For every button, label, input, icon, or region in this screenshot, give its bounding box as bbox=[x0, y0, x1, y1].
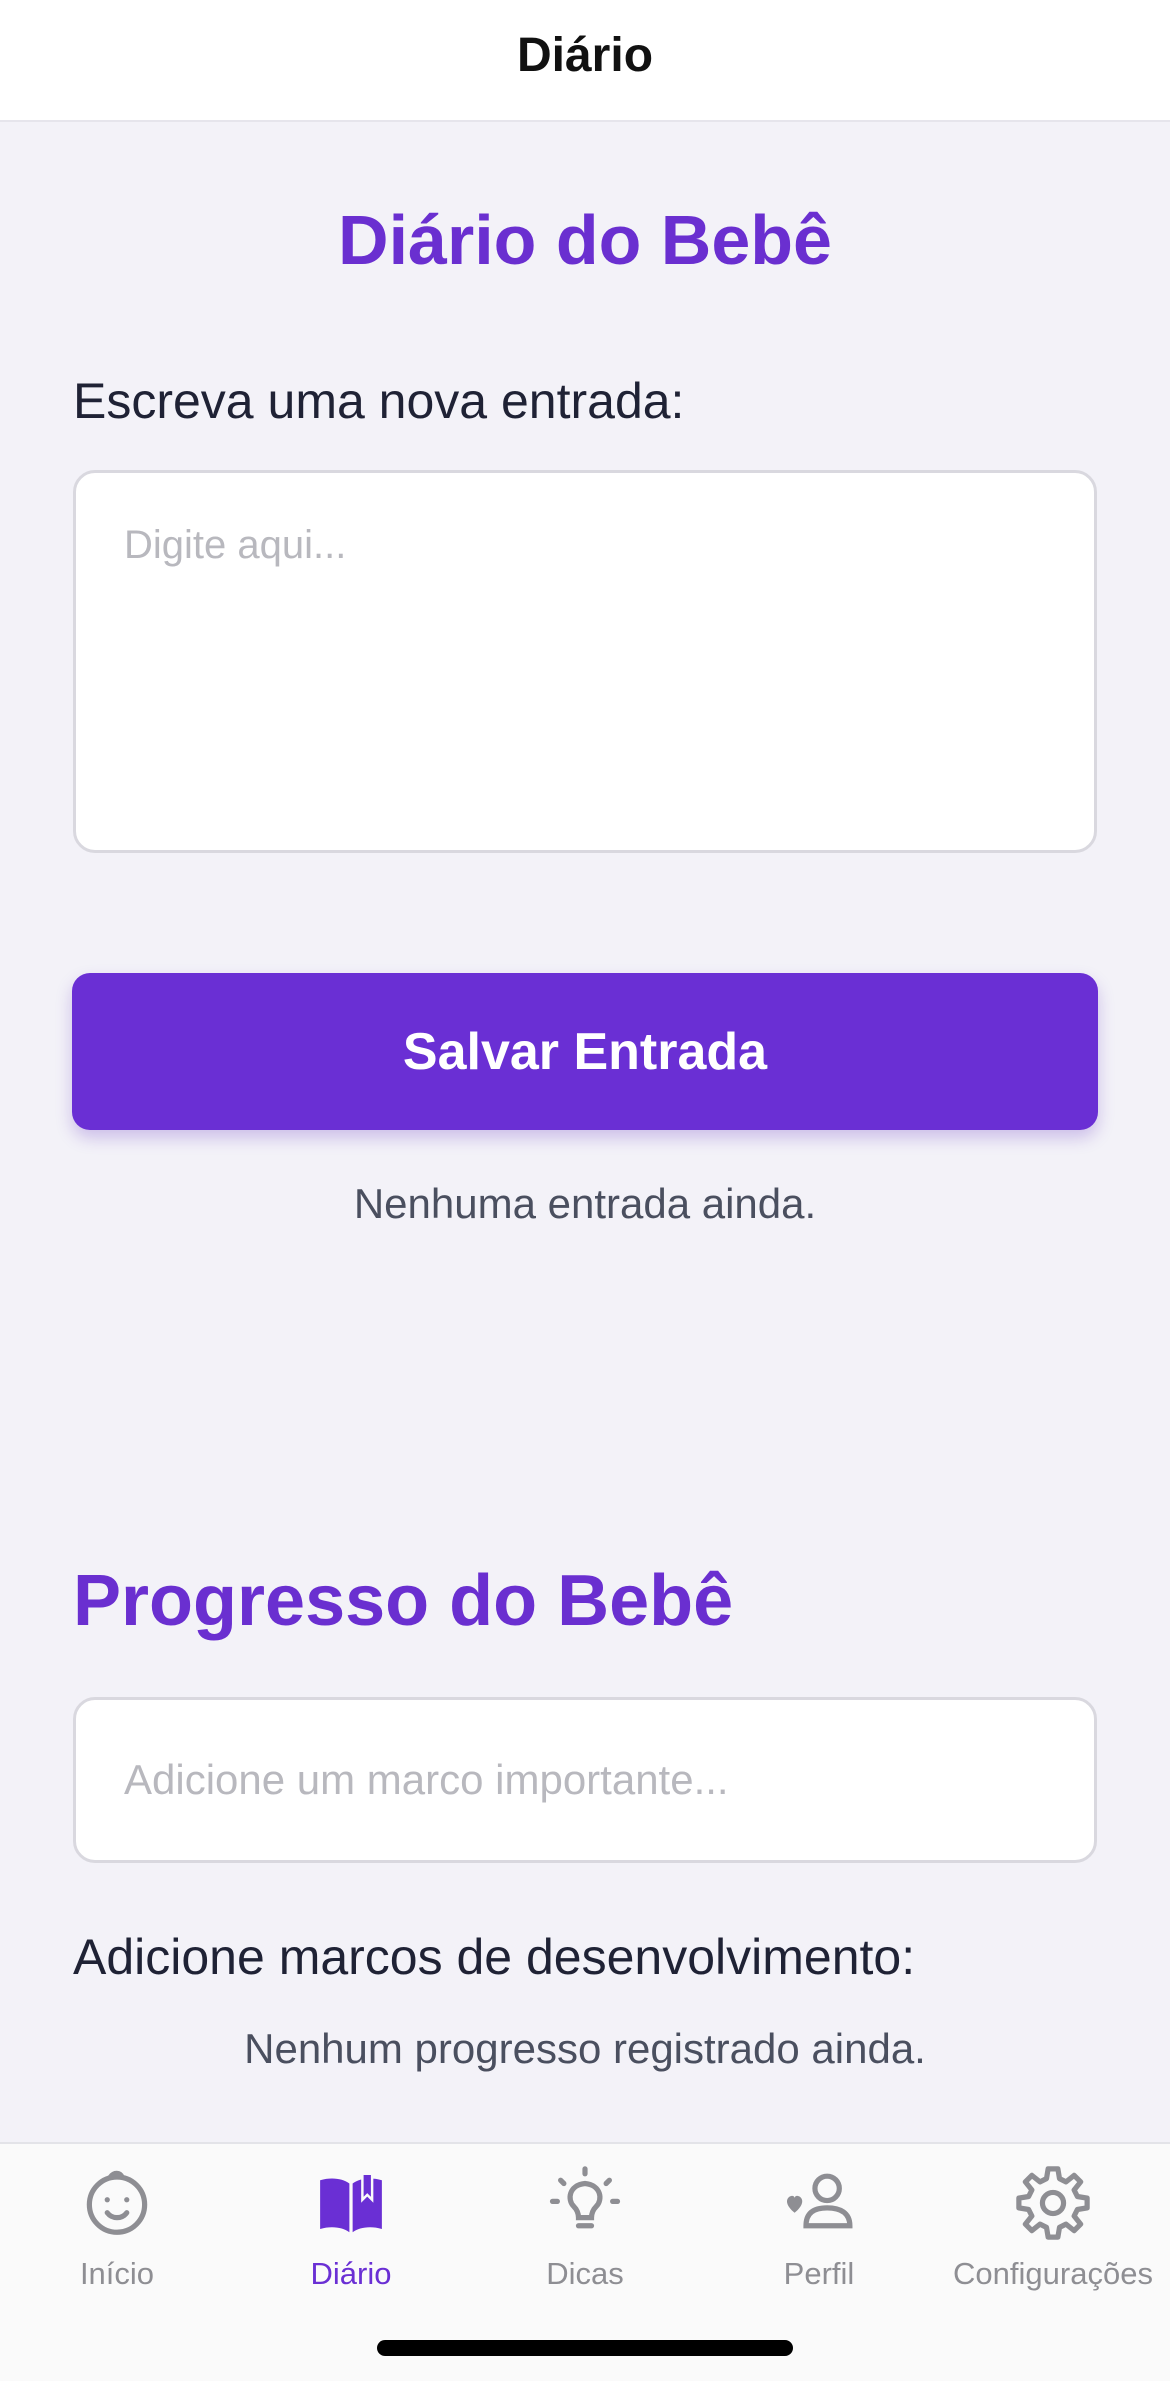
progress-title: Progresso do Bebê bbox=[73, 1561, 734, 1641]
tab-perfil-label: Perfil bbox=[783, 2256, 855, 2291]
diary-title: Diário do Bebê bbox=[338, 201, 832, 279]
navigation-bar: Diário bbox=[0, 0, 1170, 122]
tab-configuracoes[interactable]: Configurações bbox=[936, 2164, 1170, 2314]
milestones-label: Adicione marcos de desenvolvimento: bbox=[73, 1929, 916, 1985]
tab-diario-label: Diário bbox=[310, 2256, 392, 2291]
tab-dicas-label: Dicas bbox=[546, 2256, 624, 2291]
milestone-placeholder: Adicione um marco importante... bbox=[124, 1756, 729, 1803]
save-entry-button[interactable]: Salvar Entrada bbox=[72, 973, 1098, 1130]
home-indicator bbox=[377, 2340, 793, 2356]
new-entry-label: Escreva uma nova entrada: bbox=[73, 373, 685, 429]
tab-dicas[interactable]: Dicas bbox=[468, 2164, 702, 2314]
open-book-icon bbox=[320, 2172, 382, 2233]
no-progress-text: Nenhum progresso registrado ainda. bbox=[244, 2025, 926, 2072]
profile-heart-icon bbox=[787, 2173, 853, 2229]
textarea-placeholder: Digite aqui... bbox=[124, 523, 347, 567]
tab-inicio-label: Início bbox=[79, 2256, 155, 2291]
no-entries-text: Nenhuma entrada ainda. bbox=[353, 1180, 817, 1227]
baby-face-icon bbox=[86, 2170, 148, 2235]
tab-diario[interactable]: Diário bbox=[234, 2164, 468, 2314]
nav-title: Diário bbox=[516, 28, 654, 82]
milestone-input[interactable]: Adicione um marco importante... bbox=[73, 1697, 1097, 1863]
lightbulb-icon bbox=[549, 2166, 621, 2229]
tab-inicio[interactable]: Início bbox=[0, 2164, 234, 2314]
gear-icon bbox=[1016, 2166, 1090, 2240]
tab-configuracoes-label: Configurações bbox=[953, 2256, 1153, 2291]
diary-entry-textarea[interactable]: Digite aqui... bbox=[73, 470, 1097, 853]
tab-perfil[interactable]: Perfil bbox=[702, 2164, 936, 2314]
